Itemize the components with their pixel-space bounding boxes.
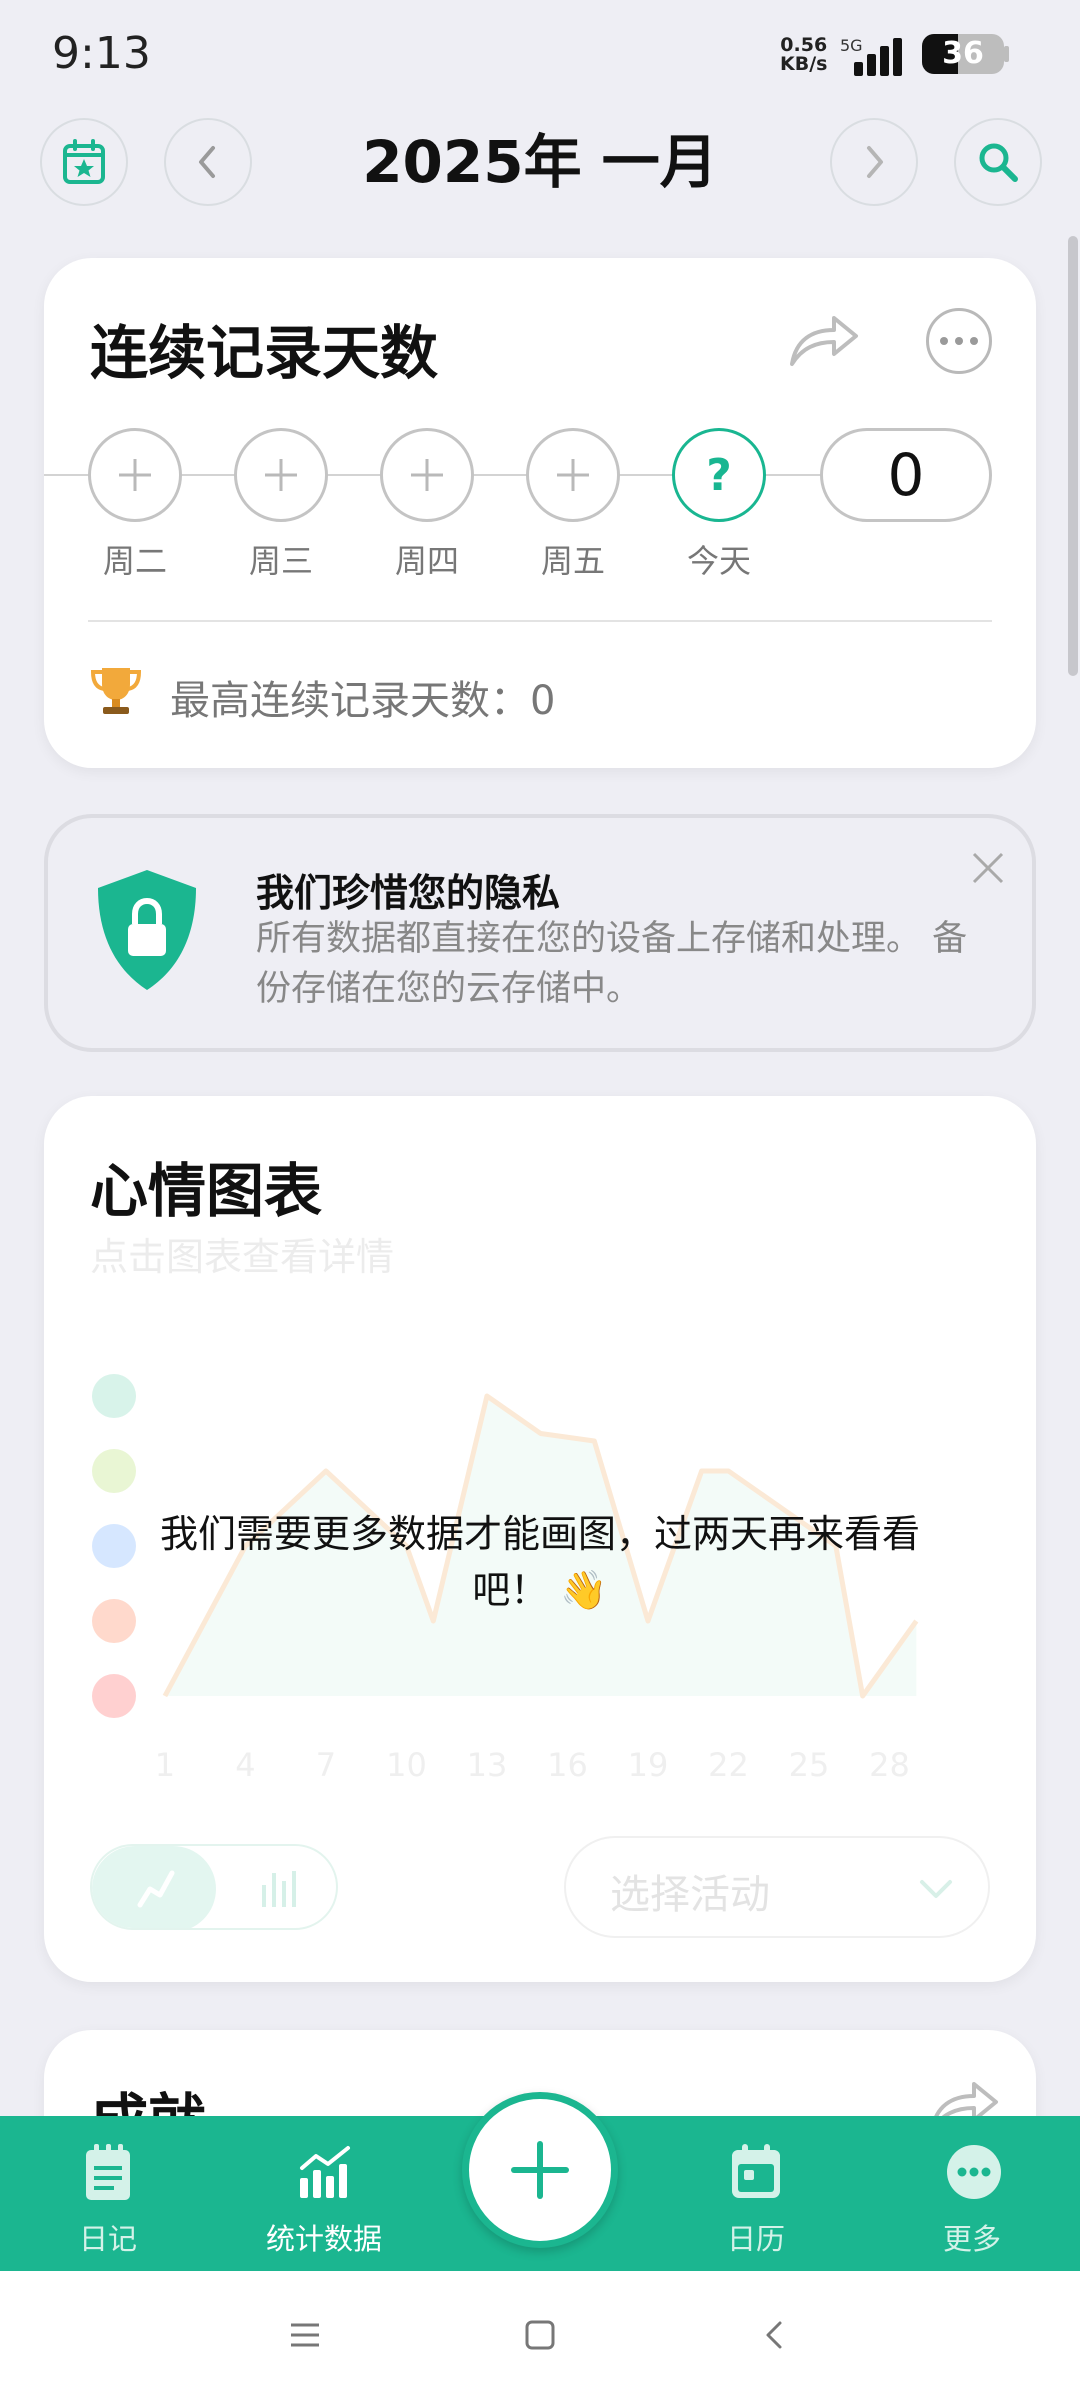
plus-icon [265, 459, 297, 491]
mood-level-good-icon [92, 1449, 136, 1493]
day-label: 周二 [102, 542, 167, 580]
menu-icon[interactable] [288, 2315, 322, 2355]
more-icon [947, 2145, 1001, 2199]
add-entry-button[interactable] [462, 2092, 618, 2248]
search-icon [979, 143, 1018, 182]
line-chart-icon [137, 1870, 175, 1908]
x-tick-label: 7 [316, 1746, 336, 1784]
plus-icon [511, 2141, 569, 2199]
chevron-right-icon [867, 146, 883, 178]
x-tick-label: 4 [235, 1746, 255, 1784]
nav-label: 日历 [726, 2222, 785, 2256]
nav-label: 更多 [942, 2222, 1001, 2256]
plus-icon [119, 459, 151, 491]
streak-more-button[interactable] [926, 308, 992, 374]
network-speed: 0.56 KB/s [780, 36, 827, 74]
day-label: 今天 [686, 542, 751, 580]
status-time: 9:13 [52, 28, 151, 79]
battery-level: 36 [942, 36, 984, 71]
share-icon[interactable] [784, 304, 864, 374]
calendar-star-icon [63, 139, 105, 184]
plus-icon [557, 459, 589, 491]
day-label: 周四 [394, 542, 459, 580]
trophy-icon [90, 668, 142, 714]
page-title: 2025年 一月 [362, 128, 718, 196]
streak-day-add[interactable] [234, 428, 328, 522]
privacy-body: 所有数据都直接在您的设备上存储和处理。 备份存储在您的云存储中。 [256, 919, 968, 1009]
nav-item-stats[interactable]: 统计数据 [224, 2116, 424, 2271]
mood-level-awful-icon [92, 1674, 136, 1718]
x-tick-label: 10 [386, 1746, 427, 1784]
close-icon[interactable] [966, 846, 1010, 890]
mood-chart-card: 心情图表 点击图表查看详情 1 4 7 10 13 16 19 22 25 28 我们需要更多数据… [44, 1096, 1036, 1982]
back-icon[interactable] [760, 2315, 790, 2355]
plus-icon [411, 459, 443, 491]
x-tick-label: 22 [708, 1746, 749, 1784]
calendar-star-button[interactable] [40, 118, 128, 206]
divider [88, 620, 992, 622]
mood-level-rad-icon [92, 1374, 136, 1418]
x-tick-label: 13 [467, 1746, 508, 1784]
notebook-icon [86, 2144, 130, 2200]
nav-item-calendar[interactable]: 日历 [656, 2116, 856, 2271]
battery-icon: 36 [922, 34, 1004, 74]
chart-type-toggle[interactable] [90, 1844, 338, 1930]
x-tick-label: 19 [628, 1746, 669, 1784]
day-label: 周五 [540, 542, 605, 580]
activity-select[interactable]: 选择活动 [564, 1836, 990, 1938]
privacy-title: 我们珍惜您的隐私 [256, 871, 561, 915]
activity-select-label: 选择活动 [610, 1872, 770, 1918]
streak-day-today[interactable]: ? [672, 428, 766, 522]
home-icon[interactable] [522, 2315, 558, 2355]
streak-title: 连续记录天数 [90, 319, 439, 387]
question-icon: ? [706, 449, 732, 501]
chevron-left-icon [199, 146, 215, 178]
calendar-icon [732, 2144, 780, 2198]
nav-item-more[interactable]: 更多 [872, 2116, 1072, 2271]
x-tick-label: 25 [789, 1746, 830, 1784]
scrollbar[interactable] [1068, 236, 1078, 676]
nav-label: 统计数据 [265, 2222, 382, 2256]
chevron-down-icon [920, 1880, 952, 1898]
streak-day-add[interactable] [526, 428, 620, 522]
streak-count: 0 [820, 428, 992, 522]
more-dots-icon [940, 337, 948, 345]
nav-label: 日记 [78, 2222, 137, 2256]
best-streak-text: 最高连续记录天数：0 [170, 678, 556, 724]
streak-day-add[interactable] [380, 428, 474, 522]
search-button[interactable] [954, 118, 1042, 206]
nav-item-journal[interactable]: 日记 [8, 2116, 208, 2271]
streak-day-add[interactable] [88, 428, 182, 522]
x-tick-label: 1 [155, 1746, 175, 1784]
x-tick-label: 28 [869, 1746, 910, 1784]
mood-level-meh-icon [92, 1524, 136, 1568]
next-month-button[interactable] [830, 118, 918, 206]
stats-chart-icon [300, 2146, 350, 2198]
previous-month-button[interactable] [164, 118, 252, 206]
bar-chart-icon[interactable] [258, 1867, 302, 1911]
streak-card: 连续记录天数 ? 0 周二 周三 周四 周五 今天 最高连续记录天数：0 [44, 258, 1036, 768]
x-tick-label: 16 [547, 1746, 588, 1784]
empty-chart-message: 我们需要更多数据才能画图，过两天再来看看吧！ 👋 [159, 1512, 920, 1612]
system-nav-bar [0, 2271, 1080, 2400]
day-label: 周三 [248, 542, 313, 580]
shield-lock-icon [98, 870, 196, 990]
privacy-card: 我们珍惜您的隐私 所有数据都直接在您的设备上存储和处理。 备份存储在您的云存储中… [44, 814, 1036, 1052]
signal-icon [854, 38, 902, 76]
network-speed-unit: KB/s [780, 53, 828, 75]
mood-level-bad-icon [92, 1599, 136, 1643]
status-bar: 9:13 0.56 KB/s 5G 36 [0, 0, 1080, 110]
